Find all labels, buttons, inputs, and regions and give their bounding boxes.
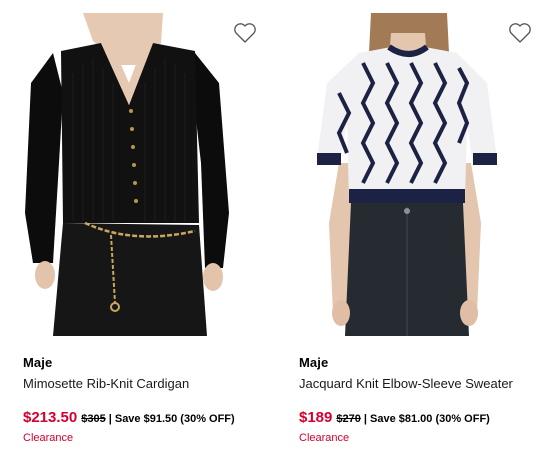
original-price: $270 <box>336 413 361 425</box>
product-name[interactable]: Jacquard Knit Elbow-Sleeve Sweater <box>299 376 513 391</box>
savings-text: | Save $81.00 (30% OFF) <box>363 413 490 425</box>
sale-price: $213.50 <box>23 409 78 426</box>
clearance-badge: Clearance <box>299 432 350 444</box>
product-image[interactable] <box>299 13 511 336</box>
heart-outline-icon[interactable] <box>233 22 257 44</box>
product-grid: Maje Mimosette Rib-Knit Cardigan $213.50… <box>0 0 538 456</box>
price-row: $189 $270 | Save $81.00 (30% OFF) <box>299 409 490 426</box>
product-card[interactable]: Maje Mimosette Rib-Knit Cardigan $213.50… <box>23 0 273 456</box>
sale-price: $189 <box>299 409 333 426</box>
price-row: $213.50 $305 | Save $91.50 (30% OFF) <box>23 409 235 426</box>
product-brand[interactable]: Maje <box>23 355 52 370</box>
heart-outline-icon[interactable] <box>508 22 532 44</box>
clearance-badge: Clearance <box>23 432 74 444</box>
original-price: $305 <box>81 413 106 425</box>
product-brand[interactable]: Maje <box>299 355 328 370</box>
product-name[interactable]: Mimosette Rib-Knit Cardigan <box>23 376 189 391</box>
product-card[interactable]: Maje Jacquard Knit Elbow-Sleeve Sweater … <box>299 0 538 456</box>
savings-text: | Save $91.50 (30% OFF) <box>108 413 235 425</box>
product-image[interactable] <box>23 13 235 336</box>
